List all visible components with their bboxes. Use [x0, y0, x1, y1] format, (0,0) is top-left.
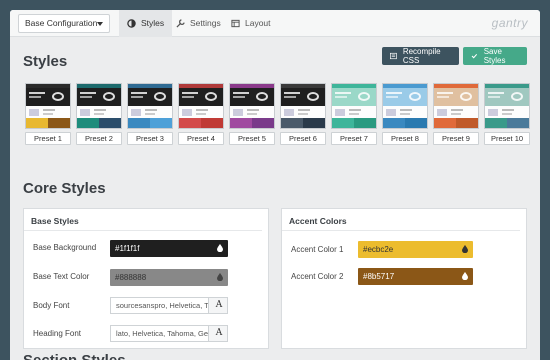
accent-colors-title: Accent Colors	[282, 209, 520, 231]
font-picker-button[interactable]: A	[208, 298, 227, 313]
accent-color-2-label: Accent Color 2	[291, 272, 344, 281]
preset-thumbnail[interactable]	[433, 83, 479, 129]
section-styles-heading: Section Styles	[23, 352, 126, 360]
chevron-down-icon	[97, 22, 103, 26]
color-drop-icon[interactable]	[217, 273, 223, 281]
gantry-admin-panel: Base Configuration Styles Settings Layou…	[10, 10, 540, 360]
font-picker-button[interactable]: A	[208, 326, 227, 341]
tab-settings-label: Settings	[190, 18, 221, 28]
base-styles-panel: Base Styles Base Background #1f1f1f Base…	[23, 208, 269, 349]
preset-button[interactable]: Preset 8	[382, 132, 428, 145]
preset-item[interactable]: Preset 2	[76, 83, 122, 145]
tab-settings[interactable]: Settings	[168, 10, 229, 37]
preset-button[interactable]: Preset 3	[127, 132, 173, 145]
preset-item[interactable]: Preset 5	[229, 83, 275, 145]
accent-colors-panel: Accent Colors Accent Color 1 #ecbc2e Acc…	[281, 208, 527, 349]
tab-styles[interactable]: Styles	[119, 10, 173, 37]
color-drop-icon[interactable]	[462, 272, 468, 280]
accent-color-2-field[interactable]: #8b5717	[358, 268, 473, 285]
layout-icon	[231, 19, 240, 28]
core-styles-heading: Core Styles	[23, 180, 106, 197]
body-font-field[interactable]: sourcesanspro, Helvetica, Tahoma A	[110, 297, 228, 314]
accent-color-2-value: #8b5717	[363, 272, 395, 281]
preset-item[interactable]: Preset 8	[382, 83, 428, 145]
configuration-select-value: Base Configuration	[25, 18, 98, 28]
preset-button[interactable]: Preset 2	[76, 132, 122, 145]
preset-button[interactable]: Preset 5	[229, 132, 275, 145]
preset-thumbnail[interactable]	[382, 83, 428, 129]
preset-thumbnail[interactable]	[178, 83, 224, 129]
recompile-css-button[interactable]: Recompile CSS	[382, 47, 459, 65]
preset-thumbnail[interactable]	[127, 83, 173, 129]
tab-styles-label: Styles	[141, 18, 165, 28]
body-font-label: Body Font	[33, 301, 70, 310]
preset-thumbnail[interactable]	[76, 83, 122, 129]
heading-font-field[interactable]: lato, Helvetica, Tahoma, Geneva A	[110, 325, 228, 342]
preset-button[interactable]: Preset 10	[484, 132, 530, 145]
save-styles-button[interactable]: Save Styles	[463, 47, 527, 65]
tab-layout-label: Layout	[245, 18, 271, 28]
list-icon	[390, 52, 397, 60]
base-background-label: Base Background	[33, 243, 97, 252]
wrench-icon	[176, 19, 185, 28]
preset-button[interactable]: Preset 1	[25, 132, 71, 145]
preset-item[interactable]: Preset 1	[25, 83, 71, 145]
preset-thumbnail[interactable]	[484, 83, 530, 129]
preset-item[interactable]: Preset 9	[433, 83, 479, 145]
preset-button[interactable]: Preset 7	[331, 132, 377, 145]
configuration-select[interactable]: Base Configuration	[18, 14, 110, 33]
preset-item[interactable]: Preset 3	[127, 83, 173, 145]
base-background-field[interactable]: #1f1f1f	[110, 240, 228, 257]
preset-button[interactable]: Preset 6	[280, 132, 326, 145]
adjust-icon	[127, 19, 136, 28]
top-nav-bar: Base Configuration Styles Settings Layou…	[10, 10, 540, 37]
accent-color-1-label: Accent Color 1	[291, 245, 344, 254]
gantry-logo: gantry	[491, 16, 528, 30]
preset-thumbnail[interactable]	[331, 83, 377, 129]
base-text-color-value: #888888	[115, 273, 147, 282]
accent-color-1-value: #ecbc2e	[363, 245, 394, 254]
tab-layout[interactable]: Layout	[223, 10, 279, 37]
check-icon	[471, 53, 478, 59]
base-styles-title: Base Styles	[24, 209, 262, 231]
preset-thumbnail[interactable]	[280, 83, 326, 129]
recompile-css-label: Recompile CSS	[402, 47, 441, 65]
base-text-color-field[interactable]: #888888	[110, 269, 228, 286]
accent-color-1-field[interactable]: #ecbc2e	[358, 241, 473, 258]
color-drop-icon[interactable]	[217, 244, 223, 252]
preset-button[interactable]: Preset 9	[433, 132, 479, 145]
preset-thumbnail[interactable]	[25, 83, 71, 129]
styles-heading: Styles	[23, 53, 68, 70]
preset-item[interactable]: Preset 10	[484, 83, 530, 145]
color-drop-icon[interactable]	[462, 245, 468, 253]
preset-item[interactable]: Preset 6	[280, 83, 326, 145]
base-text-color-label: Base Text Color	[33, 272, 90, 281]
save-styles-label: Save Styles	[483, 47, 506, 65]
preset-item[interactable]: Preset 7	[331, 83, 377, 145]
base-background-value: #1f1f1f	[115, 244, 140, 253]
preset-thumbnail[interactable]	[229, 83, 275, 129]
heading-font-label: Heading Font	[33, 329, 82, 338]
preset-item[interactable]: Preset 4	[178, 83, 224, 145]
preset-button[interactable]: Preset 4	[178, 132, 224, 145]
